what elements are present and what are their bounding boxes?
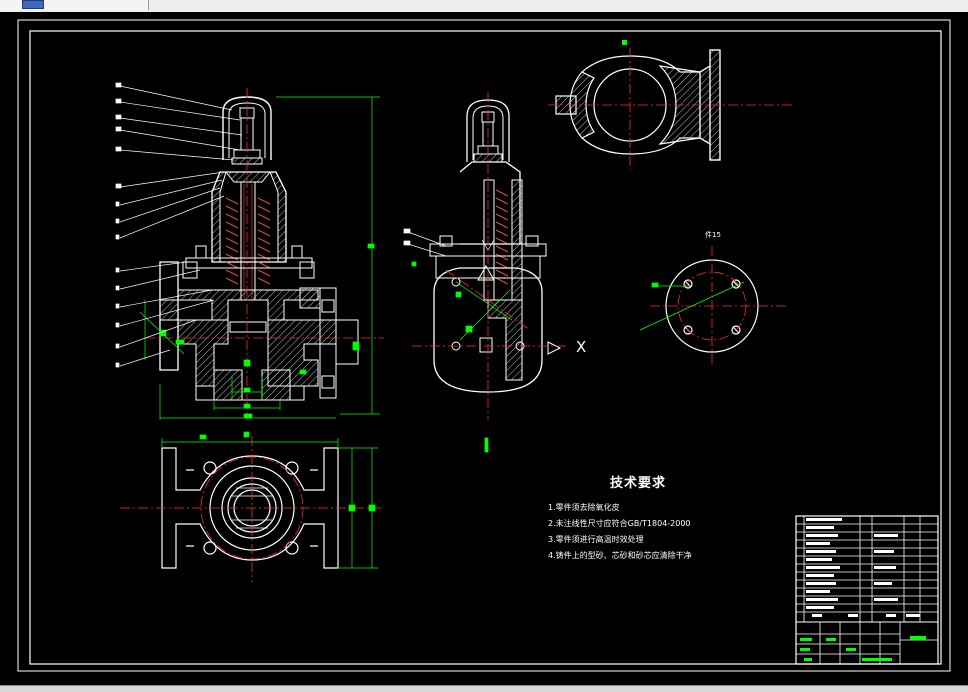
side-view <box>429 99 562 393</box>
cad-application: 技术要求 1.零件须去除氧化皮 2.未注线性尺寸应符合GB/T1804-2000… <box>0 0 968 692</box>
side-view-dimensions <box>411 261 513 453</box>
outer-frame <box>17 19 951 672</box>
section-label: 件15 <box>705 231 721 239</box>
flange-dimension-mark <box>622 40 627 45</box>
tech-requirements-list: 1.零件须去除氧化皮 2.未注线性尺寸应符合GB/T1804-2000 3.零件… <box>548 500 692 564</box>
main-section-view <box>159 96 359 401</box>
tech-requirement-item: 3.零件须进行高温时效处理 <box>548 535 644 544</box>
plan-view-dimensions <box>161 431 378 569</box>
tech-requirement-item: 1.零件须去除氧化皮 <box>548 503 620 512</box>
title-block-fills <box>806 518 920 617</box>
tech-requirement-item: 2.未注线性尺寸应符合GB/T1804-2000 <box>548 519 691 528</box>
axis-marker: X <box>576 338 587 356</box>
cad-drawing <box>17 19 951 672</box>
tech-requirements-title: 技术要求 <box>609 476 666 491</box>
tech-requirement-item: 4.铸件上的型砂、芯砂和砂芯应清除干净 <box>548 551 692 560</box>
side-view-leaders <box>403 228 495 257</box>
circle-view-centerlines <box>650 246 786 366</box>
